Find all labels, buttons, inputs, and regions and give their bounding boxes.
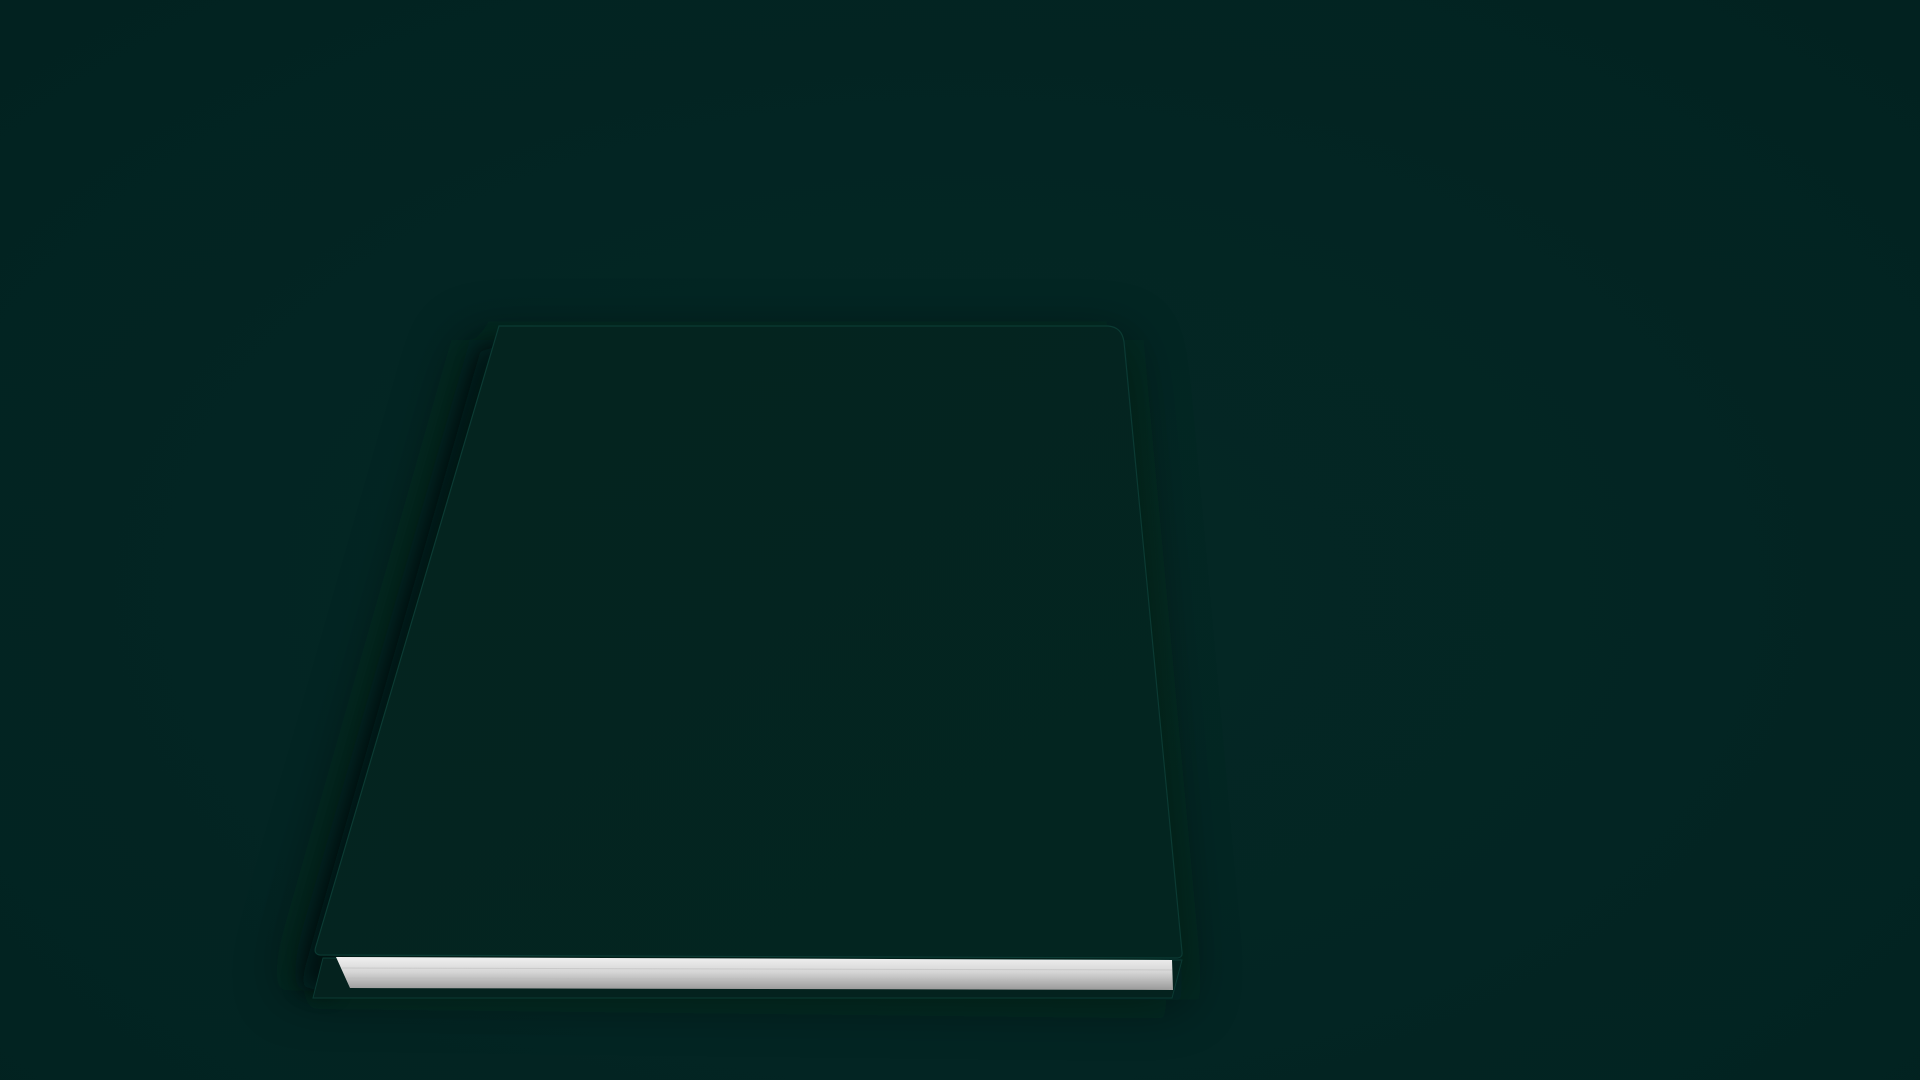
book-illustration bbox=[285, 325, 1185, 1000]
background bbox=[0, 0, 1920, 1080]
front-cover bbox=[314, 325, 1183, 959]
page-block bbox=[336, 957, 1173, 990]
